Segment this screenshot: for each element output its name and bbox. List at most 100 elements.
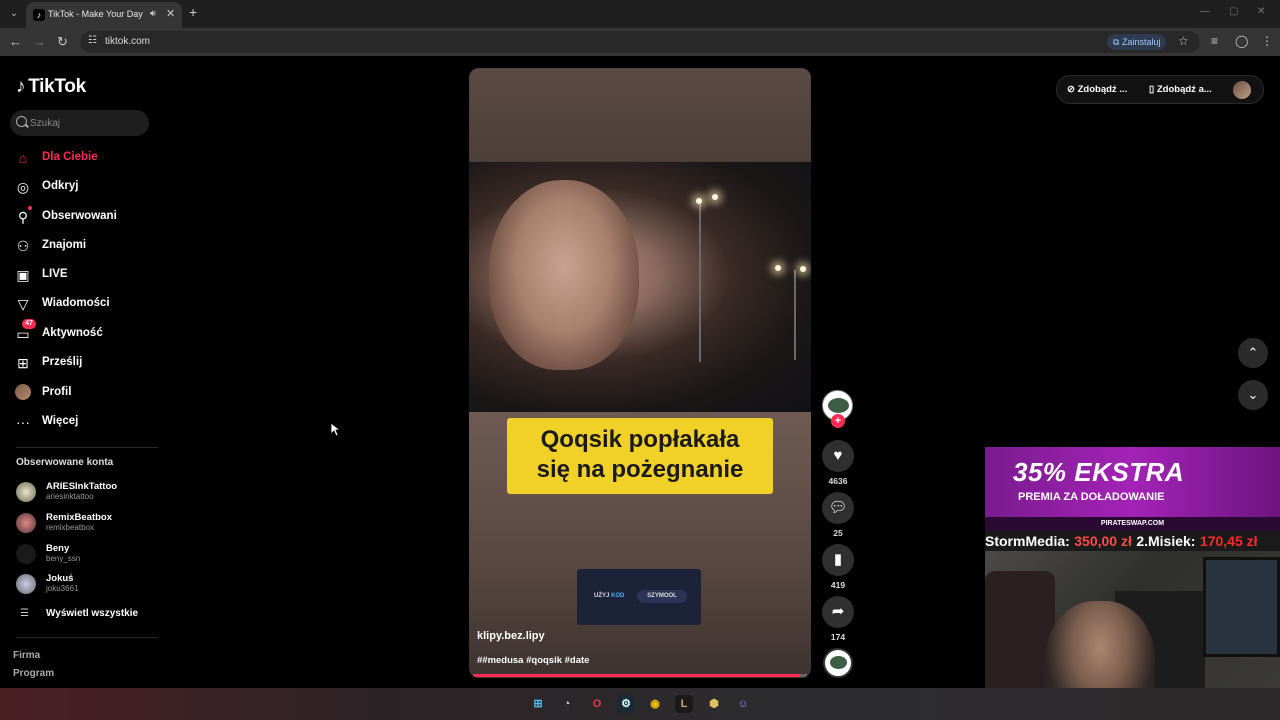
- heart-icon: ♥: [833, 447, 843, 464]
- tiktok-logo[interactable]: ♪ TikTok: [16, 76, 86, 98]
- street-pole: [794, 270, 796, 360]
- back-icon[interactable]: ←: [9, 34, 22, 49]
- account-name: RemixBeatbox: [46, 512, 112, 523]
- steam-icon[interactable]: ⚙: [617, 695, 635, 713]
- app-icon[interactable]: ◔: [558, 695, 576, 713]
- logo-text: TikTok: [28, 76, 86, 97]
- video-hashtags[interactable]: ##medusa #qoqsik #date: [477, 655, 589, 666]
- minimize-icon[interactable]: —: [1200, 6, 1210, 17]
- music-disc[interactable]: [823, 648, 853, 678]
- save-button[interactable]: ▮: [822, 544, 854, 576]
- media-control-icon[interactable]: ≡: [1211, 34, 1218, 48]
- account-handle: ariesinktattoo: [46, 492, 94, 501]
- followed-accounts-title: Obserwowane konta: [16, 457, 114, 468]
- nav-messages[interactable]: ▽ Wiadomości: [14, 293, 154, 315]
- promo-kod: KOD: [611, 593, 625, 599]
- comment-button[interactable]: 💬︎: [822, 492, 854, 524]
- account-name: Jokuś: [46, 573, 74, 584]
- next-video-button[interactable]: ⌄: [1238, 380, 1268, 410]
- follow-button[interactable]: +: [831, 414, 845, 428]
- nav-profile[interactable]: Profil: [14, 382, 154, 404]
- list-icon: ☰: [20, 608, 29, 619]
- video-author[interactable]: klipy.bez.lipy: [477, 630, 545, 642]
- install-label: Zainstaluj: [1121, 37, 1161, 47]
- avatar: [16, 574, 36, 594]
- previous-video-button[interactable]: ⌃: [1238, 338, 1268, 368]
- reload-icon[interactable]: ↻: [57, 34, 68, 50]
- windows-start-icon[interactable]: ⊞: [529, 695, 547, 713]
- nav-friends[interactable]: ⚇ Znajomi: [14, 235, 154, 257]
- url-text[interactable]: tiktok.com: [105, 36, 150, 47]
- search-input[interactable]: [30, 114, 140, 132]
- nav-more[interactable]: ··· Więcej: [14, 411, 154, 433]
- music-disc-image: [830, 656, 847, 669]
- get-coins-label: Zdobądź ...: [1077, 84, 1128, 95]
- install-app-button[interactable]: ⧉ Zainstaluj: [1107, 34, 1167, 50]
- get-coins-button[interactable]: ⊘ Zdobądź ...: [1067, 84, 1127, 95]
- chrome-icon[interactable]: ◉: [646, 695, 664, 713]
- followed-account[interactable]: Jokuś joku3661: [16, 572, 156, 598]
- footer-link-program[interactable]: Program: [13, 668, 54, 679]
- ticker-name: 2.Misiek:: [1136, 533, 1196, 549]
- video-player[interactable]: Qoqsik popłakała się na pożegnanie UŻYJ …: [469, 68, 811, 678]
- promo-code: SZYMOOL: [637, 590, 687, 603]
- maximize-icon[interactable]: ▢: [1229, 6, 1238, 17]
- nav-live[interactable]: ▣ LIVE: [14, 264, 154, 286]
- address-bar[interactable]: ☷ tiktok.com ⧉ Zainstaluj ☆: [80, 31, 1200, 53]
- footer-link-company[interactable]: Firma: [13, 650, 40, 661]
- nav-upload[interactable]: ⊞ Prześlij: [14, 352, 154, 374]
- activity-badge: 47: [22, 319, 36, 329]
- search-box[interactable]: [10, 110, 149, 136]
- audio-playing-icon[interactable]: 🔊︎: [150, 8, 156, 19]
- followed-account[interactable]: ARIESInkTattoo ariesinktattoo: [16, 480, 156, 506]
- followed-account[interactable]: Beny beny_ssn: [16, 542, 156, 568]
- tab-bar: ⌄ ♪ TikTok - Make Your Day 🔊︎ ✕ + — ▢ ✕: [0, 0, 1280, 28]
- nav-label: Aktywność: [42, 327, 103, 339]
- compass-icon: ◎: [16, 179, 30, 195]
- discord-icon[interactable]: ☺: [734, 695, 752, 713]
- messages-icon: ▽: [17, 296, 29, 312]
- nav-activity[interactable]: ▭ 47 Aktywność: [14, 319, 154, 345]
- see-all-button[interactable]: ☰ Wyświetl wszystkie: [16, 607, 156, 623]
- taskbar: ⊞ ◔ O ⚙ ◉ L ⬢ ☺: [0, 688, 1280, 720]
- site-info-icon[interactable]: ☷: [88, 35, 97, 46]
- nav-following[interactable]: ⚲ Obserwowani: [14, 206, 154, 228]
- bookmark-star-icon[interactable]: ☆: [1178, 34, 1189, 48]
- ticker-name: StormMedia:: [985, 533, 1070, 549]
- get-app-label: Zdobądź a...: [1156, 84, 1212, 95]
- like-count: 4636: [828, 476, 848, 486]
- get-app-button[interactable]: ▯ Zdobądź a...: [1149, 84, 1212, 95]
- new-tab-icon[interactable]: +: [189, 4, 197, 20]
- browser-tab[interactable]: ♪ TikTok - Make Your Day 🔊︎ ✕: [26, 2, 182, 28]
- share-button[interactable]: ➦: [822, 596, 854, 628]
- opera-icon[interactable]: O: [588, 695, 606, 713]
- tiktok-favicon-icon: ♪: [33, 9, 45, 21]
- tab-search-icon[interactable]: ⌄: [6, 6, 22, 22]
- see-all-label: Wyświetl wszystkie: [46, 608, 139, 619]
- close-tab-icon[interactable]: ✕: [166, 7, 175, 20]
- account-handle: joku3661: [46, 584, 79, 593]
- browser-menu-icon[interactable]: ⋮: [1261, 34, 1273, 48]
- person-face: [489, 180, 639, 370]
- street-light: [800, 266, 806, 272]
- account-name: Beny: [46, 543, 70, 554]
- video-frame: [469, 162, 811, 412]
- user-avatar[interactable]: [1233, 81, 1251, 99]
- search-icon: [16, 116, 27, 127]
- nav-label: Dla Ciebie: [42, 151, 98, 163]
- following-icon: ⚲: [17, 209, 29, 225]
- league-icon[interactable]: L: [675, 695, 693, 713]
- nav-for-you[interactable]: ⌂ Dla Ciebie: [14, 147, 154, 169]
- close-window-icon[interactable]: ✕: [1257, 6, 1265, 17]
- nav-label: Profil: [42, 386, 72, 398]
- account-icon[interactable]: ◯: [1235, 34, 1248, 48]
- shield-app-icon[interactable]: ⬢: [705, 695, 723, 713]
- followed-account[interactable]: RemixBeatbox remixbeatbox: [16, 511, 156, 537]
- nav-label: Prześlij: [42, 356, 83, 368]
- nav-explore[interactable]: ◎ Odkryj: [14, 176, 154, 198]
- video-progress-bar[interactable]: [473, 674, 807, 677]
- ticker-amount: 350,00 zł: [1074, 533, 1132, 549]
- forward-icon[interactable]: →: [33, 34, 46, 49]
- nav-label: Wiadomości: [42, 297, 110, 309]
- like-button[interactable]: ♥: [822, 440, 854, 472]
